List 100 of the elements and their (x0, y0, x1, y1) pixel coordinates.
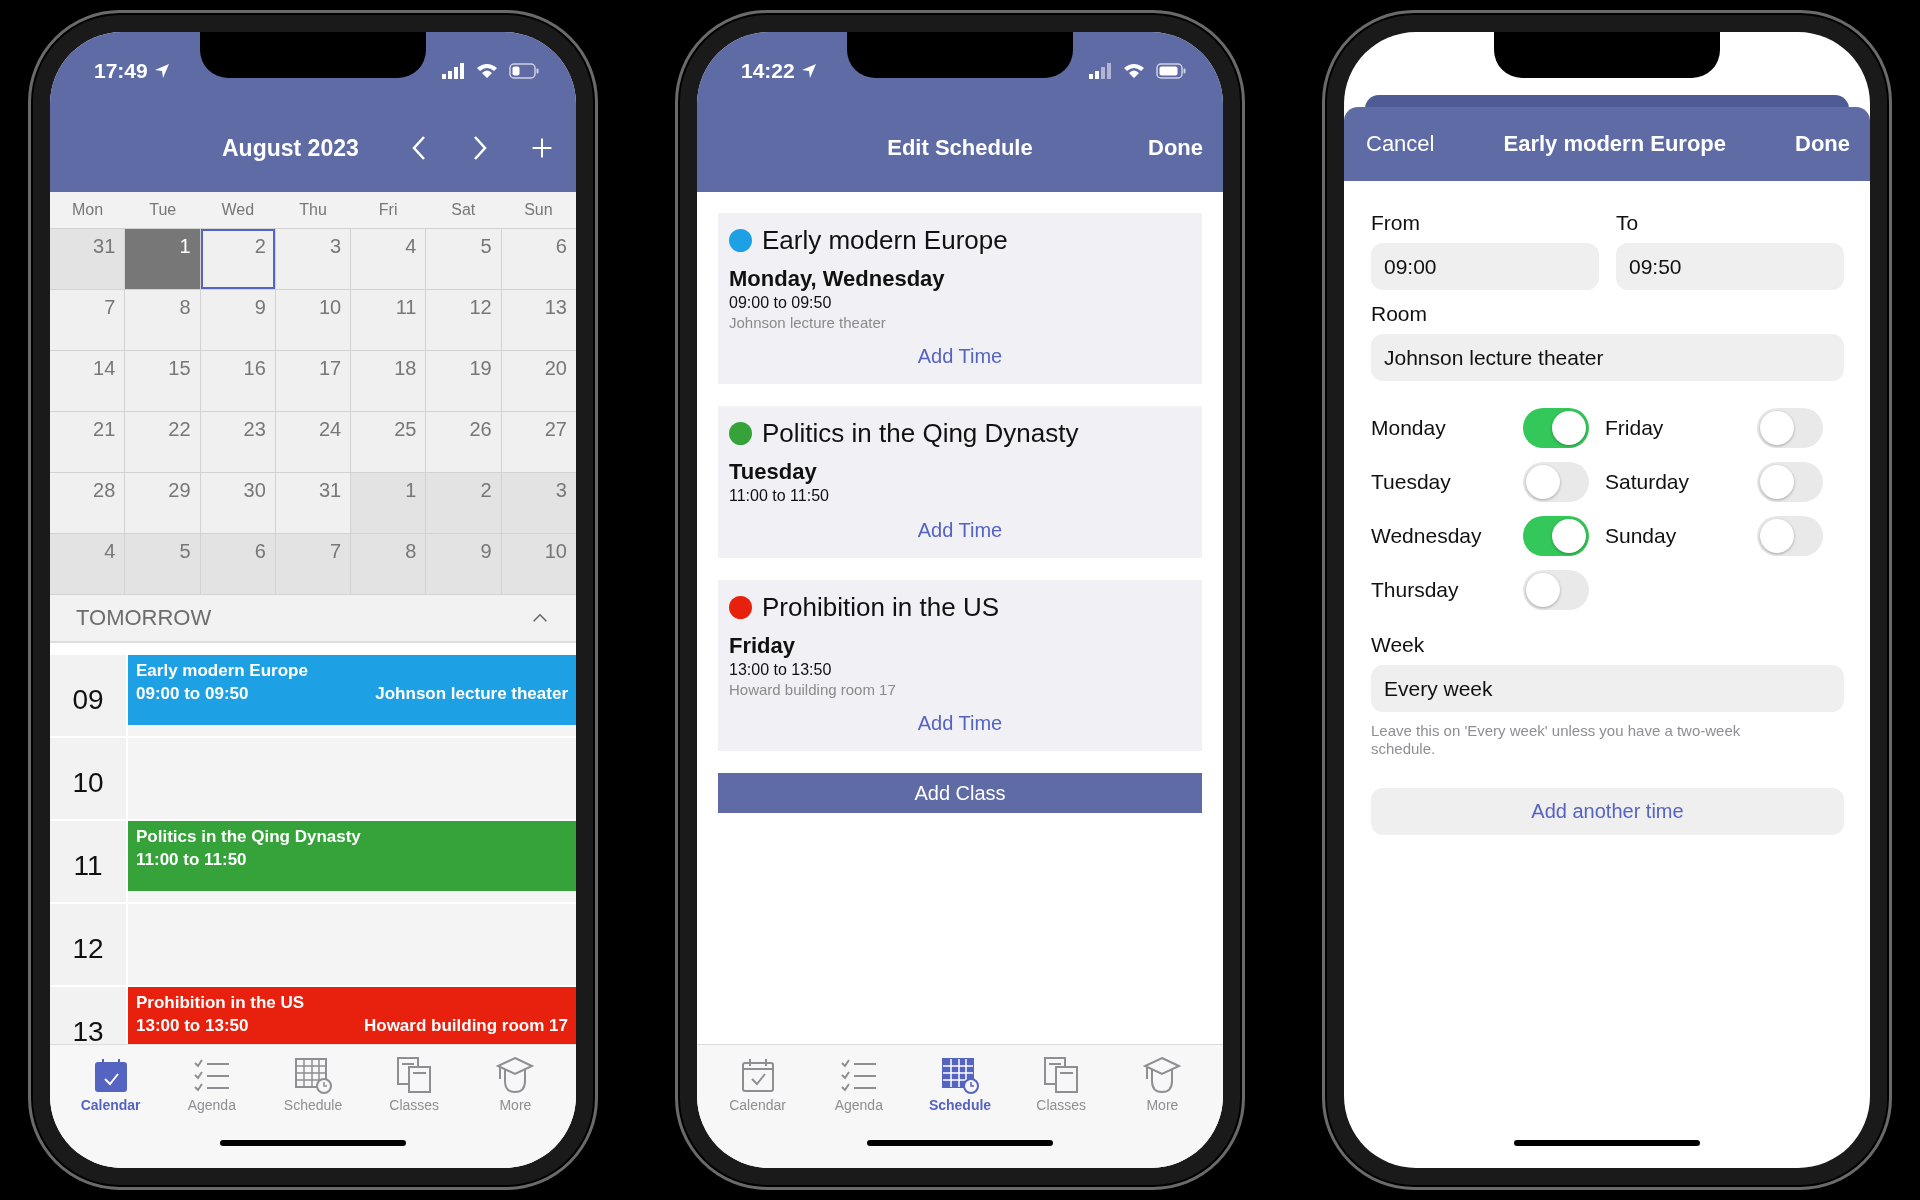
event-block[interactable]: Prohibition in the US 13:00 to 13:50 Howard building room 17 (128, 987, 576, 1044)
section-heading: TOMORROW (76, 605, 212, 631)
day-toggle[interactable] (1523, 570, 1589, 610)
calendar-day[interactable]: 20 (501, 351, 576, 411)
day-toggle[interactable] (1523, 516, 1589, 556)
calendar-day[interactable]: 10 (501, 534, 576, 594)
battery-icon (508, 63, 540, 79)
tab-bar-item[interactable]: Classes (1010, 1045, 1112, 1168)
day-toggle[interactable] (1757, 408, 1823, 448)
day-toggle[interactable] (1523, 408, 1589, 448)
tab-bar-item[interactable]: Agenda (808, 1045, 910, 1168)
calendar-day[interactable]: 9 (426, 534, 501, 594)
event-block[interactable]: Politics in the Qing Dynasty 11:00 to 11:50 (128, 821, 576, 891)
calendar-day[interactable]: 2 (200, 229, 275, 289)
done-button[interactable]: Done (1148, 135, 1203, 161)
calendar-day[interactable]: 3 (501, 473, 576, 533)
weekday-label: Sat (450, 201, 477, 219)
calendar-day[interactable]: 28 (50, 473, 125, 533)
add-another-time-button[interactable]: Add another time (1371, 788, 1844, 835)
class-time: 09:00 to 09:50 (729, 294, 833, 312)
event-room: Johnson lecture theater (375, 684, 568, 704)
calendar-day[interactable]: 19 (426, 351, 501, 411)
day-label: Friday (1605, 416, 1665, 440)
calendar-day[interactable]: 25 (351, 412, 426, 472)
tab-bar-item[interactable]: More (1111, 1045, 1213, 1168)
cancel-button[interactable]: Cancel (1366, 131, 1435, 157)
tab-bar-item[interactable]: Calendar (60, 1045, 162, 1168)
field-label: Room (1371, 302, 1429, 326)
done-button[interactable]: Done (1795, 131, 1850, 157)
tab-bar-item[interactable]: Classes (363, 1045, 465, 1168)
calendar-day[interactable]: 5 (426, 229, 501, 289)
time-field[interactable]: 09:00 (1371, 243, 1599, 290)
day-label: Monday (1371, 416, 1447, 440)
calendar-day[interactable]: 8 (125, 290, 200, 350)
sheet-title: Early modern Europe (1503, 131, 1726, 157)
calendar-day[interactable]: 6 (501, 229, 576, 289)
calendar-day[interactable]: 29 (125, 473, 200, 533)
calendar-day[interactable]: 27 (501, 412, 576, 472)
room-field[interactable]: Johnson lecture theater (1371, 334, 1844, 381)
calendar-day[interactable]: 31 (275, 473, 351, 533)
calendar-day[interactable]: 4 (50, 534, 125, 594)
calendar-day[interactable]: 22 (125, 412, 200, 472)
signal-icon (442, 63, 466, 79)
calendar-day[interactable]: 1 (351, 473, 426, 533)
tab-bar-item[interactable]: Calendar (707, 1045, 809, 1168)
calendar-day[interactable]: 14 (50, 351, 125, 411)
location-arrow-icon (153, 63, 170, 79)
calendar-day[interactable]: 8 (351, 534, 426, 594)
calendar-day[interactable]: 7 (50, 290, 125, 350)
add-class-button[interactable]: Add Class (718, 773, 1202, 813)
add-time-button[interactable]: Add Time (917, 345, 1003, 368)
calendar-day[interactable]: 15 (125, 351, 200, 411)
calendar-day[interactable]: 2 (426, 473, 501, 533)
calendar-day[interactable]: 11 (351, 290, 426, 350)
day-toggle[interactable] (1523, 462, 1589, 502)
calendar-day[interactable]: 30 (200, 473, 275, 533)
calendar-day[interactable]: 17 (275, 351, 351, 411)
weekday-label: Fri (377, 201, 399, 219)
calendar-day[interactable]: 12 (426, 290, 501, 350)
day-toggle[interactable] (1757, 462, 1823, 502)
class-time: 13:00 to 13:50 (729, 661, 833, 679)
status-time: 17:49 (94, 59, 148, 83)
graduate-icon (1142, 1055, 1183, 1095)
week-field[interactable]: Every week (1371, 665, 1844, 712)
battery-icon (1155, 63, 1187, 79)
event-block[interactable]: Early modern Europe 09:00 to 09:50 Johnson lecture theater (128, 655, 576, 725)
hour-label: 13 (50, 987, 126, 1044)
calendar-day[interactable]: 7 (275, 534, 351, 594)
day-toggle[interactable] (1757, 516, 1823, 556)
day-label: Tuesday (1371, 470, 1452, 494)
calendar-day[interactable]: 24 (275, 412, 351, 472)
status-time: 14:22 (741, 59, 795, 83)
tab-bar-item[interactable]: Agenda (161, 1045, 263, 1168)
chevron-up-icon[interactable] (532, 613, 548, 623)
calendar-day[interactable]: 1 (125, 229, 200, 289)
hour-label: 09 (50, 655, 126, 736)
calendar-day[interactable]: 16 (200, 351, 275, 411)
calendar-day[interactable]: 3 (275, 229, 351, 289)
calendar-day[interactable]: 31 (50, 229, 125, 289)
tab-bar-item[interactable]: Schedule (262, 1045, 364, 1168)
class-room: Howard building room 17 (729, 681, 897, 698)
calendar-day[interactable]: 13 (501, 290, 576, 350)
add-time-button[interactable]: Add Time (917, 519, 1003, 542)
day-label: Wednesday (1371, 524, 1483, 548)
event-title: Early modern Europe (136, 661, 309, 681)
class-title: Politics in the Qing Dynasty (762, 418, 1079, 449)
calendar-day[interactable]: 6 (200, 534, 275, 594)
calendar-day[interactable]: 10 (275, 290, 351, 350)
calendar-day[interactable]: 4 (351, 229, 426, 289)
calendar-day[interactable]: 23 (200, 412, 275, 472)
add-time-button[interactable]: Add Time (917, 712, 1003, 735)
calendar-day[interactable]: 26 (426, 412, 501, 472)
calendar-day[interactable]: 5 (125, 534, 200, 594)
calendar-day[interactable]: 21 (50, 412, 125, 472)
tab-bar-item[interactable]: More (464, 1045, 566, 1168)
calendar-day[interactable]: 9 (200, 290, 275, 350)
calendar-day[interactable]: 18 (351, 351, 426, 411)
time-field[interactable]: 09:50 (1616, 243, 1844, 290)
wifi-icon (1123, 63, 1145, 79)
weekday-label: Tue (148, 201, 178, 219)
